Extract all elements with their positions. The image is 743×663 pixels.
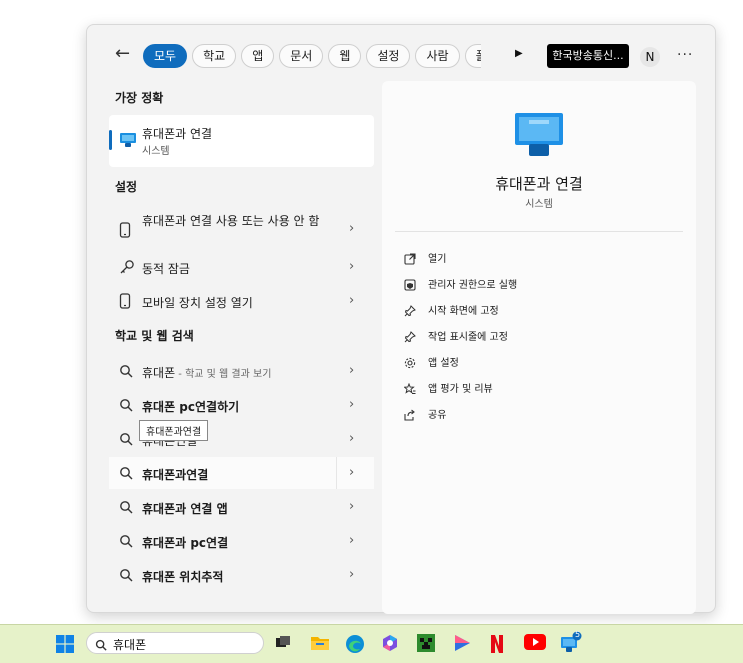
chevron-right-icon[interactable]: ›	[349, 293, 354, 308]
web-item-label: 휴대폰 pc연결하기	[142, 400, 240, 414]
web-item[interactable]: 휴대폰 pc연결하기 ›	[109, 389, 374, 421]
search-icon	[119, 533, 133, 552]
taskbar-search-input[interactable]: 휴대폰	[86, 632, 264, 654]
web-item-label: 휴대폰과 연결 앱	[142, 502, 228, 516]
settings-item-label: 모바일 장치 설정 열기	[142, 296, 253, 310]
chip-settings[interactable]: 설정	[366, 44, 411, 68]
best-match-heading: 가장 정확	[115, 91, 164, 105]
chip-all[interactable]: 모두	[143, 44, 188, 68]
chevron-right-icon[interactable]: ›	[349, 397, 354, 412]
best-match-title: 휴대폰과 연결	[142, 127, 213, 141]
chip-people[interactable]: 사람	[415, 44, 460, 68]
star-icon	[403, 380, 416, 399]
chip-folders[interactable]: 폴더	[464, 44, 481, 68]
tooltip: 휴대폰과연결	[139, 420, 209, 441]
search-icon	[119, 465, 133, 484]
web-item[interactable]: 휴대폰 위치추적 ›	[109, 559, 374, 591]
search-icon	[95, 636, 107, 655]
row-divider	[336, 457, 337, 489]
media-player-icon[interactable]	[453, 634, 471, 656]
search-window: ← 모두학교앱문서웹설정사람폴더사진 ▶ 한국방송통신... N ··· 가장 …	[86, 24, 716, 614]
open-external-icon	[404, 250, 416, 269]
chevron-right-icon[interactable]: ›	[349, 465, 354, 480]
more-options-icon[interactable]: ···	[677, 47, 693, 63]
best-match-item[interactable]: 휴대폰과 연결 시스템	[109, 115, 374, 167]
detail-divider	[395, 231, 683, 232]
shield-icon	[404, 276, 416, 295]
share-icon	[404, 406, 416, 425]
settings-item-label: 동적 잠금	[142, 262, 190, 276]
settings-item-label: 휴대폰과 연결 사용 또는 사용 안 함	[142, 214, 320, 228]
web-item-hovered[interactable]: 휴대폰과연결 ›	[109, 457, 374, 489]
settings-heading: 설정	[115, 180, 138, 194]
back-button[interactable]: ←	[115, 45, 130, 63]
phone-link-icon	[119, 131, 137, 153]
chip-web[interactable]: 웹	[328, 44, 362, 68]
search-icon	[119, 363, 133, 382]
avatar[interactable]: N	[640, 47, 660, 67]
search-icon	[119, 567, 133, 586]
gear-icon	[404, 354, 416, 373]
detail-panel: 휴대폰과 연결 시스템 열기 관리자 권한으로 실행 시작 화면에 고정 작업 …	[382, 81, 696, 614]
phone-icon	[119, 222, 131, 242]
pin-icon	[404, 328, 416, 347]
notification-badge: 5	[574, 630, 581, 639]
selection-indicator	[109, 130, 112, 150]
detail-title: 휴대폰과 연결	[495, 175, 583, 193]
taskbar-search-text: 휴대폰	[113, 638, 147, 652]
filter-chips: 모두학교앱문서웹설정사람폴더사진	[143, 44, 481, 70]
chevron-right-icon[interactable]: ›	[349, 567, 354, 582]
detail-subtitle: 시스템	[525, 199, 553, 210]
minecraft-icon[interactable]	[417, 634, 435, 656]
chip-school[interactable]: 학교	[192, 44, 237, 68]
chevron-right-icon[interactable]: ›	[349, 499, 354, 514]
pin-icon	[404, 302, 416, 321]
best-match-subtitle: 시스템	[142, 146, 170, 157]
web-item-label: 휴대폰과 pc연결	[142, 536, 229, 550]
web-item[interactable]: 휴대폰과 pc연결 ›	[109, 525, 374, 557]
chip-documents[interactable]: 문서	[279, 44, 324, 68]
web-item-label: 휴대폰 위치추적	[142, 570, 224, 584]
search-icon	[119, 499, 133, 518]
file-explorer-icon[interactable]	[310, 634, 330, 656]
phone-icon	[119, 293, 131, 313]
phone-link-icon	[513, 111, 565, 163]
chip-apps[interactable]: 앱	[241, 44, 275, 68]
netflix-icon[interactable]	[490, 634, 504, 658]
more-filters-arrow-icon[interactable]: ▶	[515, 48, 523, 59]
settings-item-dynamic-lock[interactable]: 동적 잠금 ›	[109, 251, 374, 283]
edge-icon[interactable]	[345, 634, 365, 658]
settings-item-mobile-devices[interactable]: 모바일 장치 설정 열기 ›	[109, 285, 374, 317]
search-icon	[119, 397, 133, 416]
chevron-right-icon[interactable]: ›	[349, 533, 354, 548]
task-view-icon[interactable]	[275, 634, 291, 654]
chevron-right-icon[interactable]: ›	[349, 259, 354, 274]
chevron-right-icon[interactable]: ›	[349, 221, 354, 236]
web-item-label: 휴대폰 - 학교 및 웹 결과 보기	[142, 366, 272, 380]
start-button[interactable]	[56, 635, 74, 657]
chevron-right-icon[interactable]: ›	[349, 363, 354, 378]
web-item[interactable]: 휴대폰 - 학교 및 웹 결과 보기 ›	[109, 355, 374, 387]
filter-bar: ← 모두학교앱문서웹설정사람폴더사진 ▶ 한국방송통신... N ···	[87, 25, 715, 81]
settings-item-phone-link-toggle[interactable]: 휴대폰과 연결 사용 또는 사용 안 함 ›	[109, 209, 374, 249]
chevron-right-icon[interactable]: ›	[349, 431, 354, 446]
web-item[interactable]: 휴대폰과 연결 앱 ›	[109, 491, 374, 523]
taskbar: 휴대폰 5	[0, 624, 743, 663]
web-item-label: 휴대폰과연결	[142, 468, 209, 482]
phone-link-taskbar-icon[interactable]: 5	[560, 630, 582, 657]
copilot-icon[interactable]	[381, 634, 399, 656]
key-icon	[119, 259, 135, 279]
youtube-icon[interactable]	[524, 634, 546, 654]
search-icon	[119, 431, 133, 450]
account-button[interactable]: 한국방송통신...	[547, 44, 629, 68]
web-search-heading: 학교 및 웹 검색	[115, 329, 194, 343]
